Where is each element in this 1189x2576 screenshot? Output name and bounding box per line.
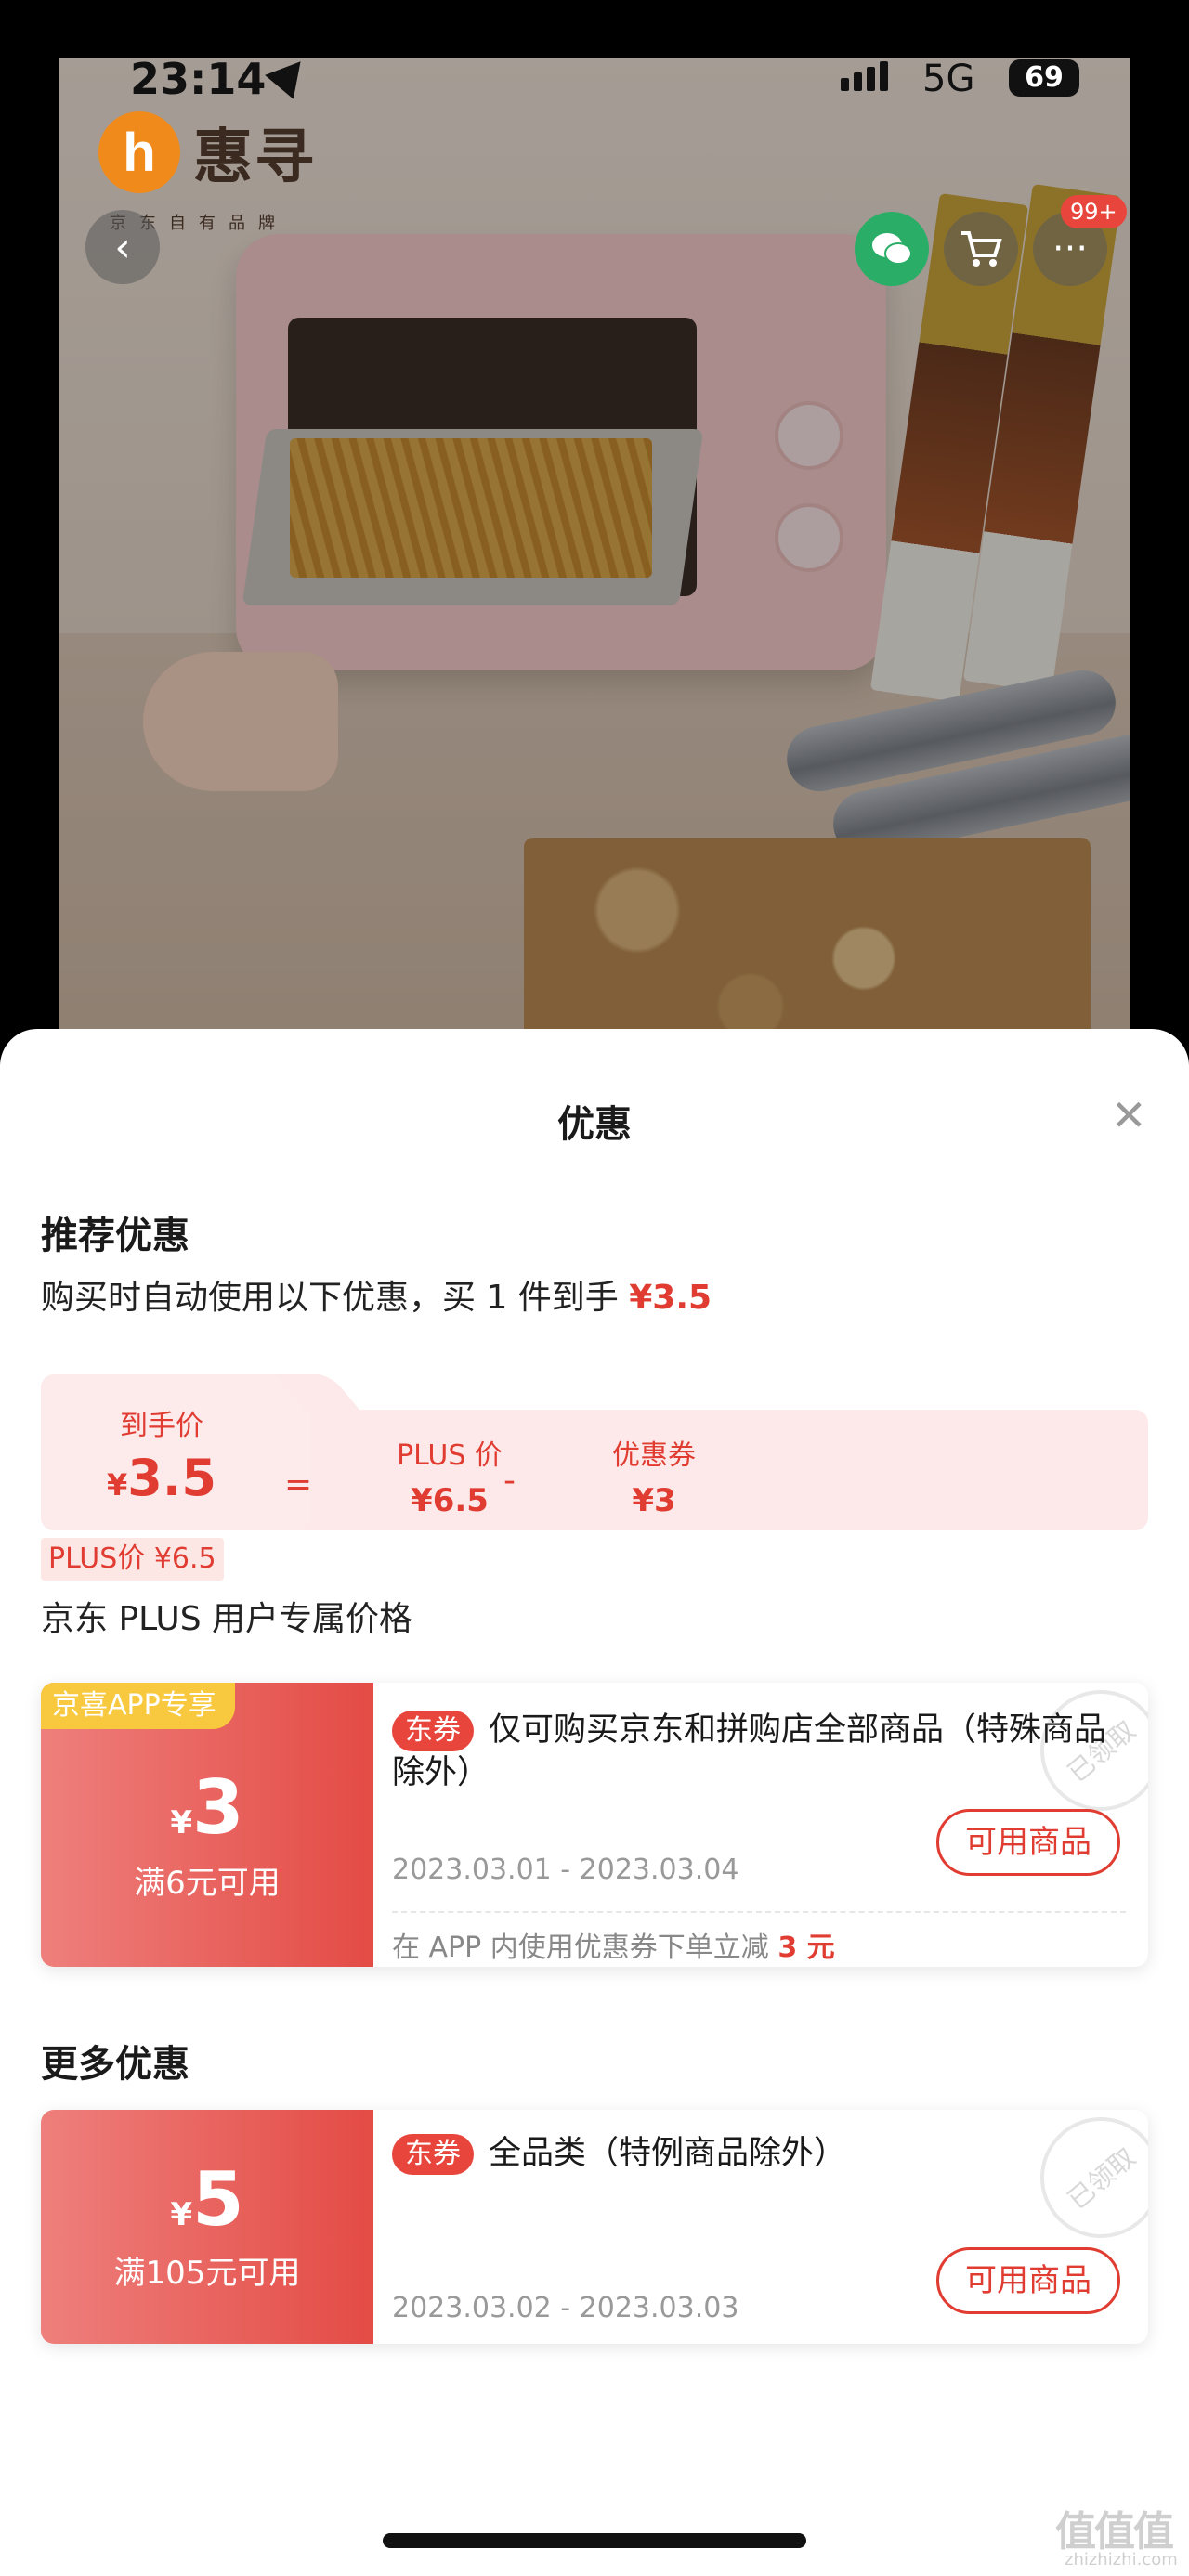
screen: h 惠寻 京东自有品牌 23:14 5G 69 ‹ ··· 99+ 优惠 ✕ 推…: [0, 0, 1189, 2576]
discount-sheet: 优惠 ✕ 推荐优惠 购买时自动使用以下优惠，买 1 件到手 ¥3.5 到手价 ¥…: [0, 1029, 1189, 2576]
price-breakdown: 到手价 ¥3.5 = PLUS 价 ¥6.5 - 优惠券 ¥3: [41, 1374, 1148, 1530]
wechat-share-button[interactable]: [855, 212, 929, 286]
plus-desc: 京东 PLUS 用户专属价格: [41, 1600, 413, 1638]
divider: [392, 1911, 1126, 1913]
jd-coupon-badge: 东券: [392, 2134, 474, 2175]
back-button[interactable]: ‹: [85, 210, 160, 284]
cart-icon: [961, 231, 1002, 267]
location-arrow-icon: [265, 49, 315, 99]
recommended-desc: 购买时自动使用以下优惠，买 1 件到手 ¥3.5: [41, 1279, 712, 1317]
coupon-title: 东券 仅可购买京东和拼购店全部商品（特殊商品除外）: [392, 1711, 1107, 1791]
more-title: 更多优惠: [41, 2043, 189, 2086]
status-bar: 23:14 5G 69: [0, 0, 1189, 104]
equals-sign: =: [284, 1465, 313, 1503]
brand-name: 惠寻: [193, 124, 316, 192]
app-exclusive-tag: 京喜APP专享: [41, 1683, 235, 1729]
coupon-amount: 5: [192, 2156, 244, 2243]
coupon-title: 东券 全品类（特例商品除外）: [392, 2132, 1117, 2175]
coupon-deduction: 优惠券 ¥3: [612, 1439, 696, 1519]
coupon-date: 2023.03.02 - 2023.03.03: [392, 2292, 739, 2324]
coupon-amount: 3: [192, 1764, 244, 1851]
coupon-value-panel: ¥5 满105元可用: [41, 2110, 373, 2344]
coupon-condition: 满6元可用: [134, 1865, 281, 1902]
plus-price-tag: PLUS价 ¥6.5: [41, 1538, 224, 1581]
final-price-inline: ¥3.5: [629, 1279, 712, 1317]
coupon-note: 在 APP 内使用优惠券下单立减 3 元: [392, 1932, 835, 1964]
coupon-condition: 满105元可用: [113, 2255, 301, 2292]
close-icon[interactable]: ✕: [1111, 1094, 1147, 1137]
coupon-card: ¥3 满6元可用 京喜APP专享 已领取 东券 仅可购买京东和拼购店全部商品（特殊…: [41, 1683, 1148, 1967]
brand-logo: h 惠寻: [98, 110, 316, 195]
product-image: [59, 58, 1130, 1042]
sheet-title: 优惠: [557, 1103, 632, 1146]
recommended-title: 推荐优惠: [41, 1215, 189, 1257]
home-indicator[interactable]: [383, 2533, 806, 2548]
jd-coupon-badge: 东券: [392, 1711, 474, 1751]
final-price: 到手价 ¥3.5: [107, 1410, 216, 1507]
cart-button[interactable]: [944, 212, 1018, 286]
eligible-products-button[interactable]: 可用商品: [936, 1809, 1120, 1876]
eligible-products-button[interactable]: 可用商品: [936, 2247, 1120, 2314]
coupon-date: 2023.03.01 - 2023.03.04: [392, 1854, 739, 1886]
minus-sign: -: [503, 1462, 516, 1500]
cart-badge: 99+: [1061, 195, 1127, 228]
network-type: 5G: [922, 58, 975, 100]
brand-logo-icon: h: [98, 111, 180, 193]
watermark-logo: 值值值: [1055, 2508, 1174, 2556]
signal-icon: [841, 61, 888, 91]
clock: 23:14: [130, 54, 267, 104]
chevron-left-icon: ‹: [114, 223, 131, 271]
coupon-card: ¥5 满105元可用 已领取 东券 全品类（特例商品除外） 2023.03.02 …: [41, 2110, 1148, 2344]
battery-icon: 69: [1009, 59, 1079, 97]
more-icon: ···: [1052, 228, 1089, 270]
watermark-url: zhizhizhi.com: [1065, 2550, 1178, 2569]
wechat-icon: [872, 233, 912, 265]
